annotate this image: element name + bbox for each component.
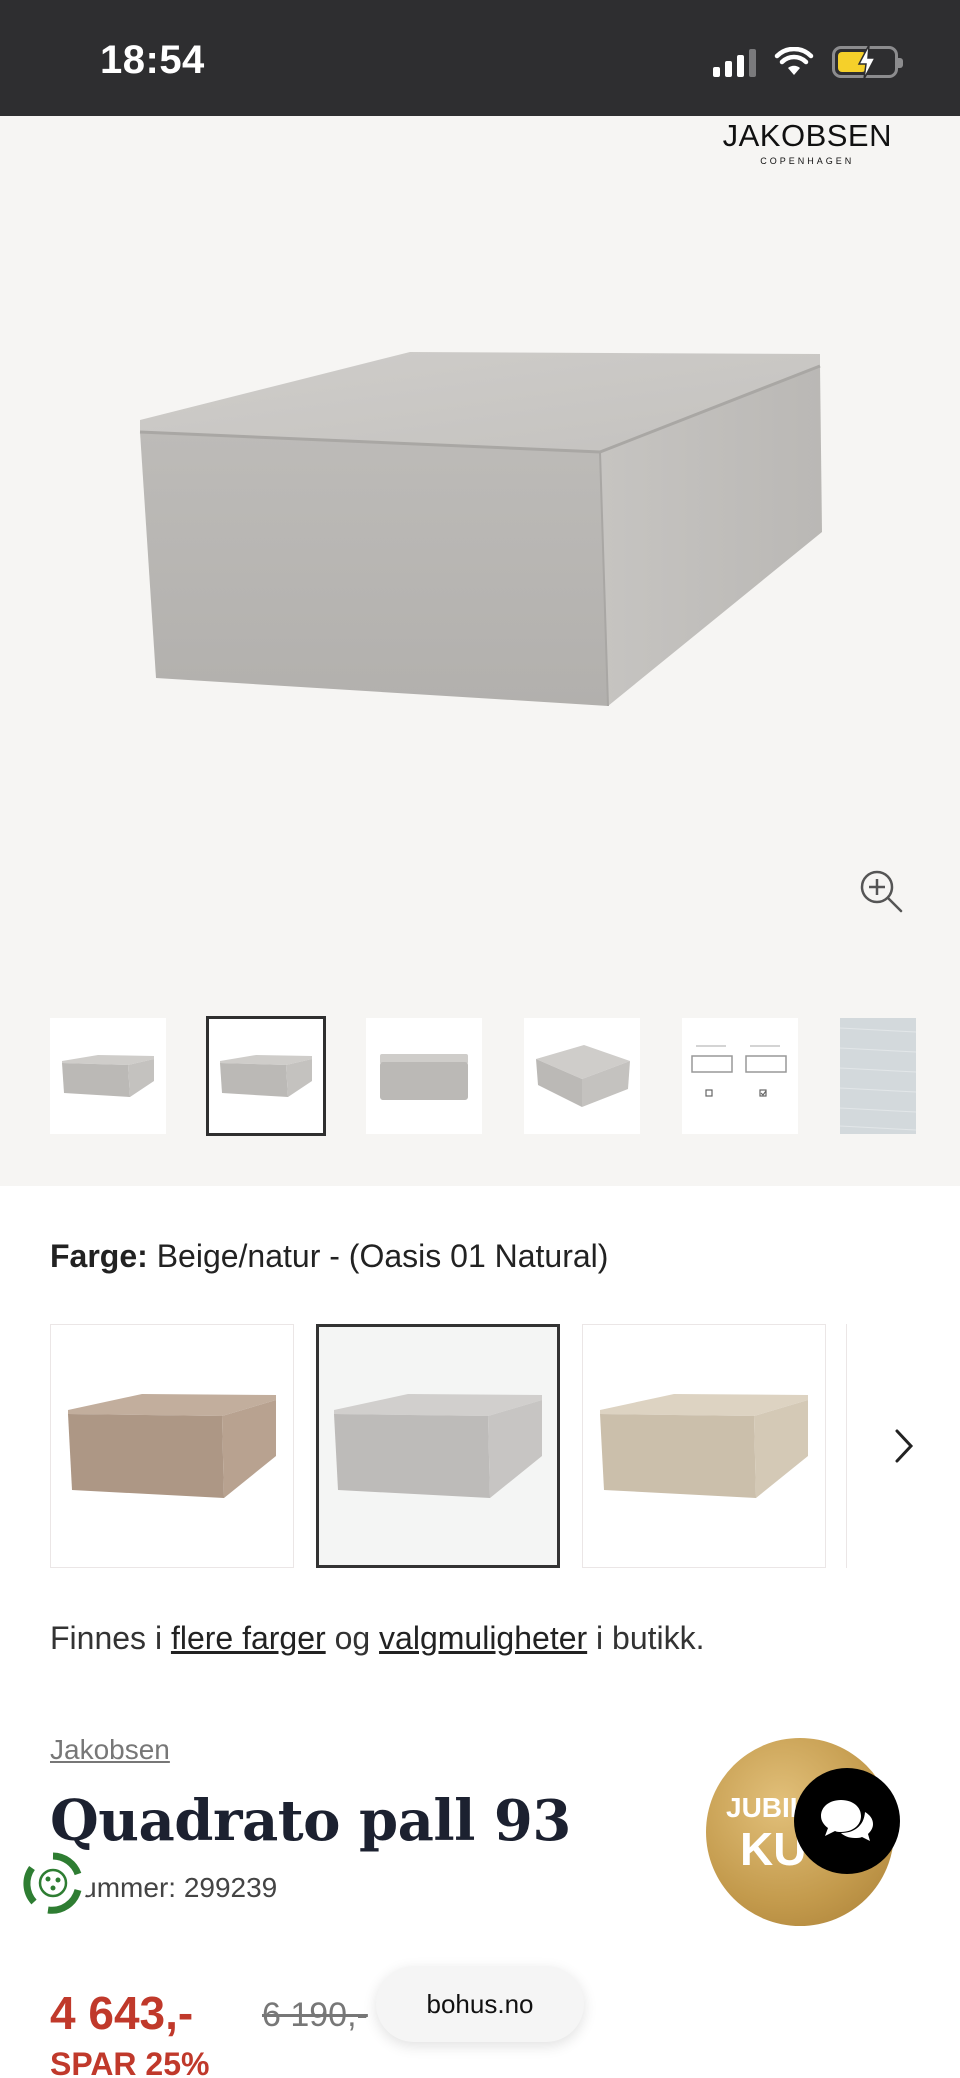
wifi-icon — [774, 47, 814, 75]
thumbnail-2[interactable] — [206, 1016, 326, 1136]
thumbnail-5[interactable] — [682, 1018, 798, 1134]
thumbnail-strip — [50, 1016, 916, 1136]
chat-button[interactable] — [794, 1768, 900, 1874]
signal-icon — [713, 47, 756, 77]
chat-bubbles-icon — [821, 1800, 873, 1841]
color-swatches — [50, 1324, 826, 1568]
product-gallery[interactable]: JAKOBSEN COPENHAGEN — [0, 116, 960, 1186]
status-time: 18:54 — [100, 38, 205, 82]
chevron-right-icon — [895, 1429, 913, 1463]
color-swatch-2[interactable] — [316, 1324, 560, 1568]
eco-badge[interactable] — [18, 1848, 88, 1918]
color-label: Farge: — [50, 1238, 148, 1274]
thumbnail-6[interactable] — [840, 1018, 916, 1134]
thumbnail-3[interactable] — [366, 1018, 482, 1134]
more-colors-link[interactable]: flere farger — [171, 1620, 326, 1656]
status-icons — [713, 44, 903, 80]
old-price: 6 190,- — [262, 1996, 368, 2034]
battery-charging-icon — [832, 45, 903, 79]
saving-badge: SPAR 25% — [50, 2046, 210, 2078]
options-link[interactable]: valgmuligheter — [379, 1620, 587, 1656]
thumbnail-1[interactable] — [50, 1018, 166, 1134]
swatch-next-button[interactable] — [846, 1324, 960, 1568]
product-title: Quadrato pall 93 — [50, 1788, 571, 1854]
url-domain: bohus.no — [426, 1988, 534, 2019]
brand-link[interactable]: Jakobsen — [50, 1734, 170, 1766]
status-bar: 18:54 — [0, 0, 960, 116]
brand-logo: JAKOBSEN COPENHAGEN — [722, 118, 892, 166]
recycle-icon — [23, 1852, 82, 1914]
color-value: Beige/natur - (Oasis 01 Natural) — [156, 1238, 609, 1274]
main-product-image[interactable] — [120, 336, 840, 716]
url-bar[interactable]: bohus.no — [376, 1966, 584, 2042]
availability-text: Finnes i flere farger og valgmuligheter … — [50, 1620, 705, 1656]
thumbnail-4[interactable] — [524, 1018, 640, 1134]
color-swatch-3[interactable] — [582, 1324, 826, 1568]
color-label-line: Farge: Beige/natur - (Oasis 01 Natural) — [50, 1238, 608, 1275]
color-swatch-1[interactable] — [50, 1324, 294, 1568]
zoom-in-icon[interactable] — [858, 868, 904, 914]
current-price: 4 643,- — [50, 1987, 194, 2039]
